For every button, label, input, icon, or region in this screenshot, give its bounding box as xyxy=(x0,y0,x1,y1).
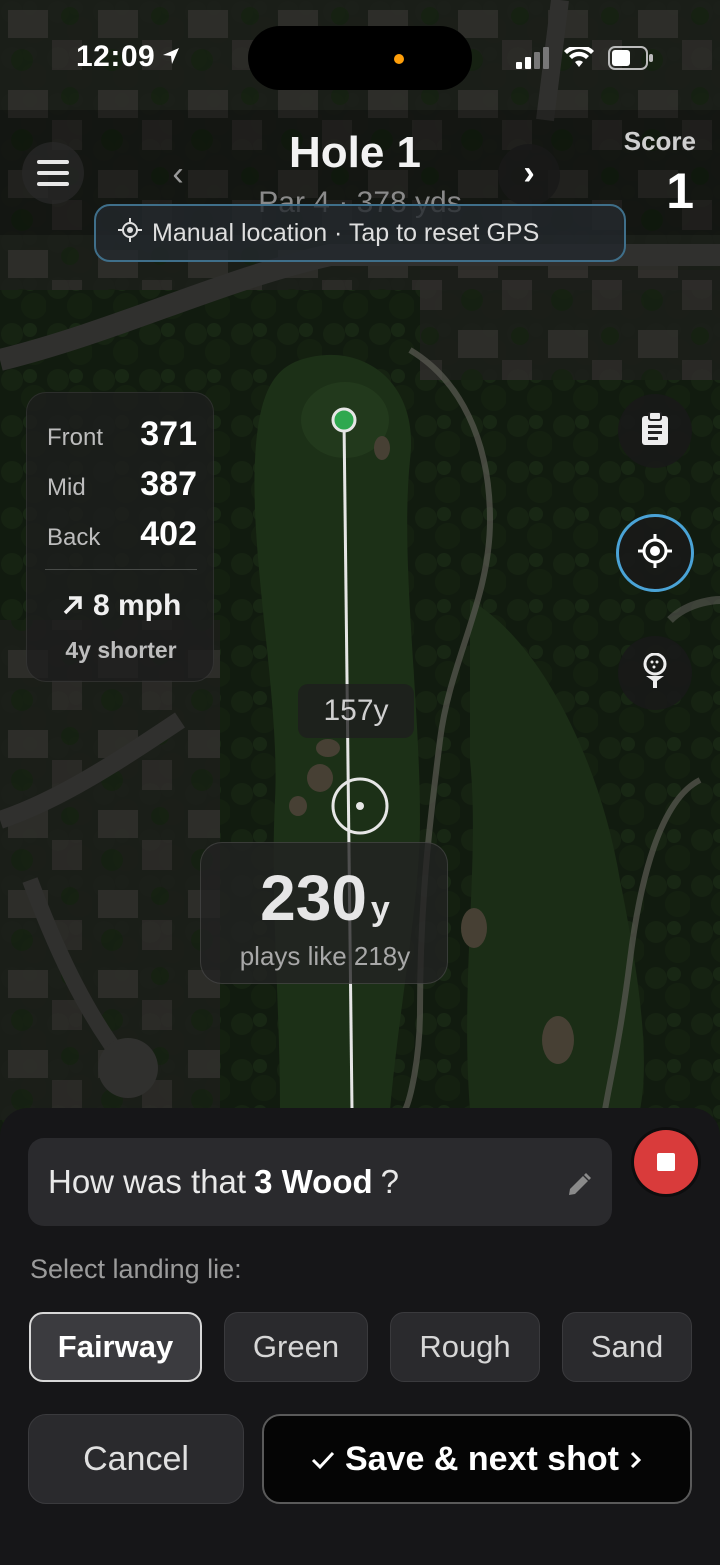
reset-gps-pill[interactable]: Manual location · Tap to reset GPS xyxy=(94,204,626,262)
battery-icon xyxy=(608,46,654,75)
wind-readout: 8 mph xyxy=(27,589,215,623)
lie-fairway-button[interactable]: Fairway xyxy=(29,1312,202,1382)
front-distance-row: Front 371 xyxy=(47,415,197,454)
divider xyxy=(45,569,197,570)
hole-title: Hole 1 xyxy=(288,128,422,177)
mid-value: 387 xyxy=(140,465,197,503)
question-suffix: ? xyxy=(380,1163,399,1200)
front-value: 371 xyxy=(140,415,197,453)
question-club: 3 Wood xyxy=(254,1163,373,1200)
score-label: Score xyxy=(623,126,696,156)
arrow-up-right-icon xyxy=(61,589,85,622)
score-value[interactable]: 1 xyxy=(666,162,694,220)
lie-sand-button[interactable]: Sand xyxy=(562,1312,692,1382)
hamburger-menu-icon xyxy=(37,160,69,164)
shot-question[interactable]: How was that 3 Wood ? xyxy=(28,1138,612,1226)
clipboard-icon xyxy=(640,410,670,451)
back-distance-row: Back 402 xyxy=(47,515,197,554)
question-prefix: How was that xyxy=(48,1163,247,1200)
mid-label: Mid xyxy=(47,474,86,501)
target-distance: 230 y xyxy=(201,861,449,935)
crosshair-icon xyxy=(118,217,142,249)
wind-speed: 8 mph xyxy=(92,589,182,622)
stop-icon xyxy=(657,1153,675,1171)
segment-distance-label: 157y xyxy=(298,684,414,738)
gps-pill-label: Manual location · Tap to reset GPS xyxy=(152,218,540,247)
gps-target-icon xyxy=(637,533,673,574)
chevron-right-icon xyxy=(629,1440,643,1479)
gps-target-button[interactable] xyxy=(616,514,694,592)
back-label: Back xyxy=(47,524,101,551)
target-distance-card[interactable]: 230 y plays like 218y xyxy=(200,842,448,984)
green-distance-panel: Front 371 Mid 387 Back 402 8 mph 4y shor… xyxy=(26,392,214,682)
previous-hole-button[interactable]: ‹ xyxy=(158,150,198,198)
save-next-shot-button[interactable]: Save & next shot xyxy=(262,1414,692,1504)
pencil-icon[interactable] xyxy=(566,1168,592,1206)
dynamic-island xyxy=(248,26,472,90)
stop-tracking-button[interactable] xyxy=(634,1130,698,1194)
lie-rough-button[interactable]: Rough xyxy=(390,1312,540,1382)
recording-indicator xyxy=(394,54,404,64)
save-next-shot-label: Save & next shot xyxy=(345,1439,619,1478)
cancel-button[interactable]: Cancel xyxy=(28,1414,244,1504)
mid-distance-row: Mid 387 xyxy=(47,465,197,504)
checkmark-icon xyxy=(311,1440,335,1479)
wifi-icon xyxy=(564,44,594,74)
target-distance-value: 230 xyxy=(260,862,367,934)
plays-like-label: plays like 218y xyxy=(239,941,411,971)
location-arrow-icon xyxy=(161,40,181,74)
pin-marker xyxy=(331,407,357,433)
cellular-signal-icon xyxy=(516,47,550,74)
front-label: Front xyxy=(47,424,104,451)
target-distance-unit: y xyxy=(370,890,390,928)
golf-tee-icon xyxy=(640,652,670,694)
landing-lie-label: Select landing lie: xyxy=(30,1254,242,1284)
wind-effect: 4y shorter xyxy=(65,637,177,663)
menu-button[interactable] xyxy=(22,142,84,204)
scorecard-button[interactable] xyxy=(618,394,692,468)
status-icons xyxy=(516,44,654,75)
lie-green-button[interactable]: Green xyxy=(224,1312,368,1382)
status-time: 12:09 xyxy=(76,40,181,74)
chevron-left-icon: ‹ xyxy=(172,155,184,193)
back-value: 402 xyxy=(140,515,197,553)
tee-shot-button[interactable] xyxy=(618,636,692,710)
chevron-right-icon: › xyxy=(523,154,535,192)
